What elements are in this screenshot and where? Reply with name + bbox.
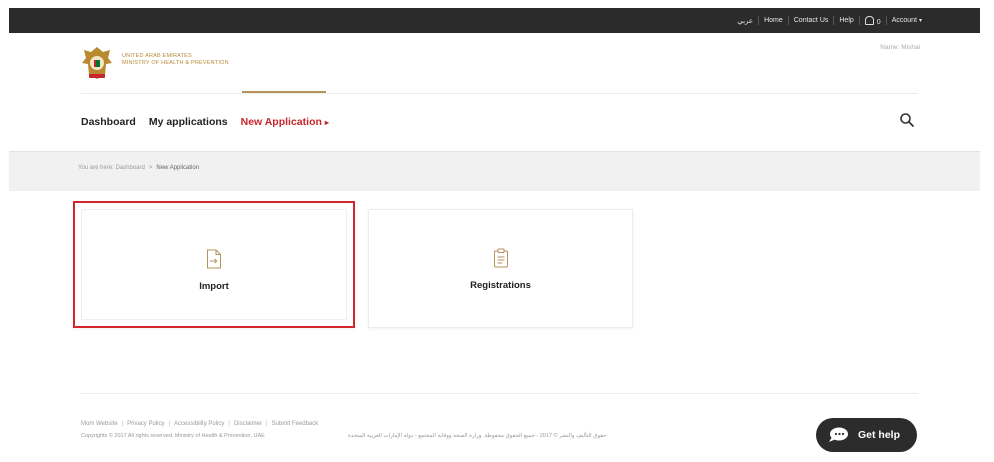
- footer-link-website[interactable]: Mom Website: [81, 421, 118, 427]
- account-menu[interactable]: Account ▾: [892, 17, 922, 24]
- clipboard-icon: [493, 248, 508, 268]
- contact-us-link[interactable]: Contact Us: [794, 17, 829, 24]
- footer-link-privacy[interactable]: Privacy Policy: [127, 421, 164, 427]
- card-label: Registrations: [470, 280, 531, 291]
- breadcrumb-separator: >: [148, 165, 153, 171]
- breadcrumb-current: New Application: [156, 165, 200, 171]
- language-link[interactable]: عربي: [737, 17, 753, 25]
- uae-emblem-logo[interactable]: [81, 45, 113, 81]
- footer-links: Mom Website | Privacy Policy | Accessibi…: [81, 421, 318, 427]
- footer-separator: |: [121, 421, 124, 427]
- footer-link-feedback[interactable]: Submit Feedback: [272, 421, 319, 427]
- get-help-button[interactable]: Get help: [816, 418, 917, 452]
- breadcrumb-band: [9, 151, 980, 191]
- footer-link-disclaimer[interactable]: Disclaimer: [234, 421, 262, 427]
- main-nav: Dashboard My applications New Applicatio…: [81, 116, 342, 128]
- ministry-line-2: MINISTRY OF HEALTH & PREVENTION: [122, 60, 229, 66]
- import-icon: [207, 249, 221, 269]
- ministry-line-1: UNITED ARAB EMIRATES: [122, 53, 192, 59]
- header-divider: [81, 93, 918, 94]
- divider: [858, 16, 860, 25]
- ministry-name: UNITED ARAB EMIRATES MINISTRY OF HEALTH …: [122, 53, 229, 67]
- footer-divider: [81, 393, 918, 394]
- nav-dashboard[interactable]: Dashboard: [81, 116, 136, 128]
- nav-new-application-label: New Application: [240, 116, 322, 128]
- registrations-card[interactable]: Registrations: [368, 209, 633, 328]
- search-icon[interactable]: [899, 112, 915, 128]
- import-card[interactable]: Import: [73, 201, 355, 328]
- user-name: Name: Mishal: [880, 44, 920, 51]
- bell-icon: [864, 16, 874, 25]
- footer-separator: |: [265, 421, 268, 427]
- divider: [885, 16, 887, 25]
- top-nav: عربي Home Contact Us Help 0 Account ▾: [737, 8, 922, 33]
- divider: [833, 16, 835, 25]
- account-label: Account: [891, 17, 917, 24]
- get-help-label: Get help: [858, 429, 901, 441]
- nav-new-application[interactable]: New Application ▸: [241, 116, 329, 128]
- caret-down-icon: ▾: [918, 18, 922, 24]
- breadcrumb-dashboard[interactable]: Dashboard: [115, 165, 144, 171]
- card-label: Import: [199, 281, 229, 292]
- footer-separator: |: [228, 421, 230, 427]
- nav-my-applications[interactable]: My applications: [149, 116, 228, 128]
- divider: [787, 16, 789, 25]
- divider: [758, 16, 760, 25]
- breadcrumb-prefix: You are here:: [78, 165, 114, 171]
- chat-bubble-icon: [829, 427, 848, 442]
- top-bar: عربي Home Contact Us Help 0 Account ▾: [9, 8, 980, 33]
- breadcrumb: You are here: Dashboard > New Applicatio…: [78, 165, 199, 171]
- copyright-text: Copyrights © 2017 All rights reserved. M…: [81, 433, 265, 439]
- notifications-button[interactable]: 0: [864, 15, 881, 26]
- help-link[interactable]: Help: [839, 17, 853, 24]
- footer-link-accessibility[interactable]: Accessibility Policy: [174, 421, 224, 427]
- notification-count: 0: [876, 19, 881, 26]
- footer-separator: |: [168, 421, 171, 427]
- home-link[interactable]: Home: [764, 17, 783, 24]
- arrow-right-icon: ▸: [324, 118, 329, 127]
- copyright-text-arabic: حقوق التأليف والنشر © 2017 - جميع الحقوق…: [348, 433, 607, 439]
